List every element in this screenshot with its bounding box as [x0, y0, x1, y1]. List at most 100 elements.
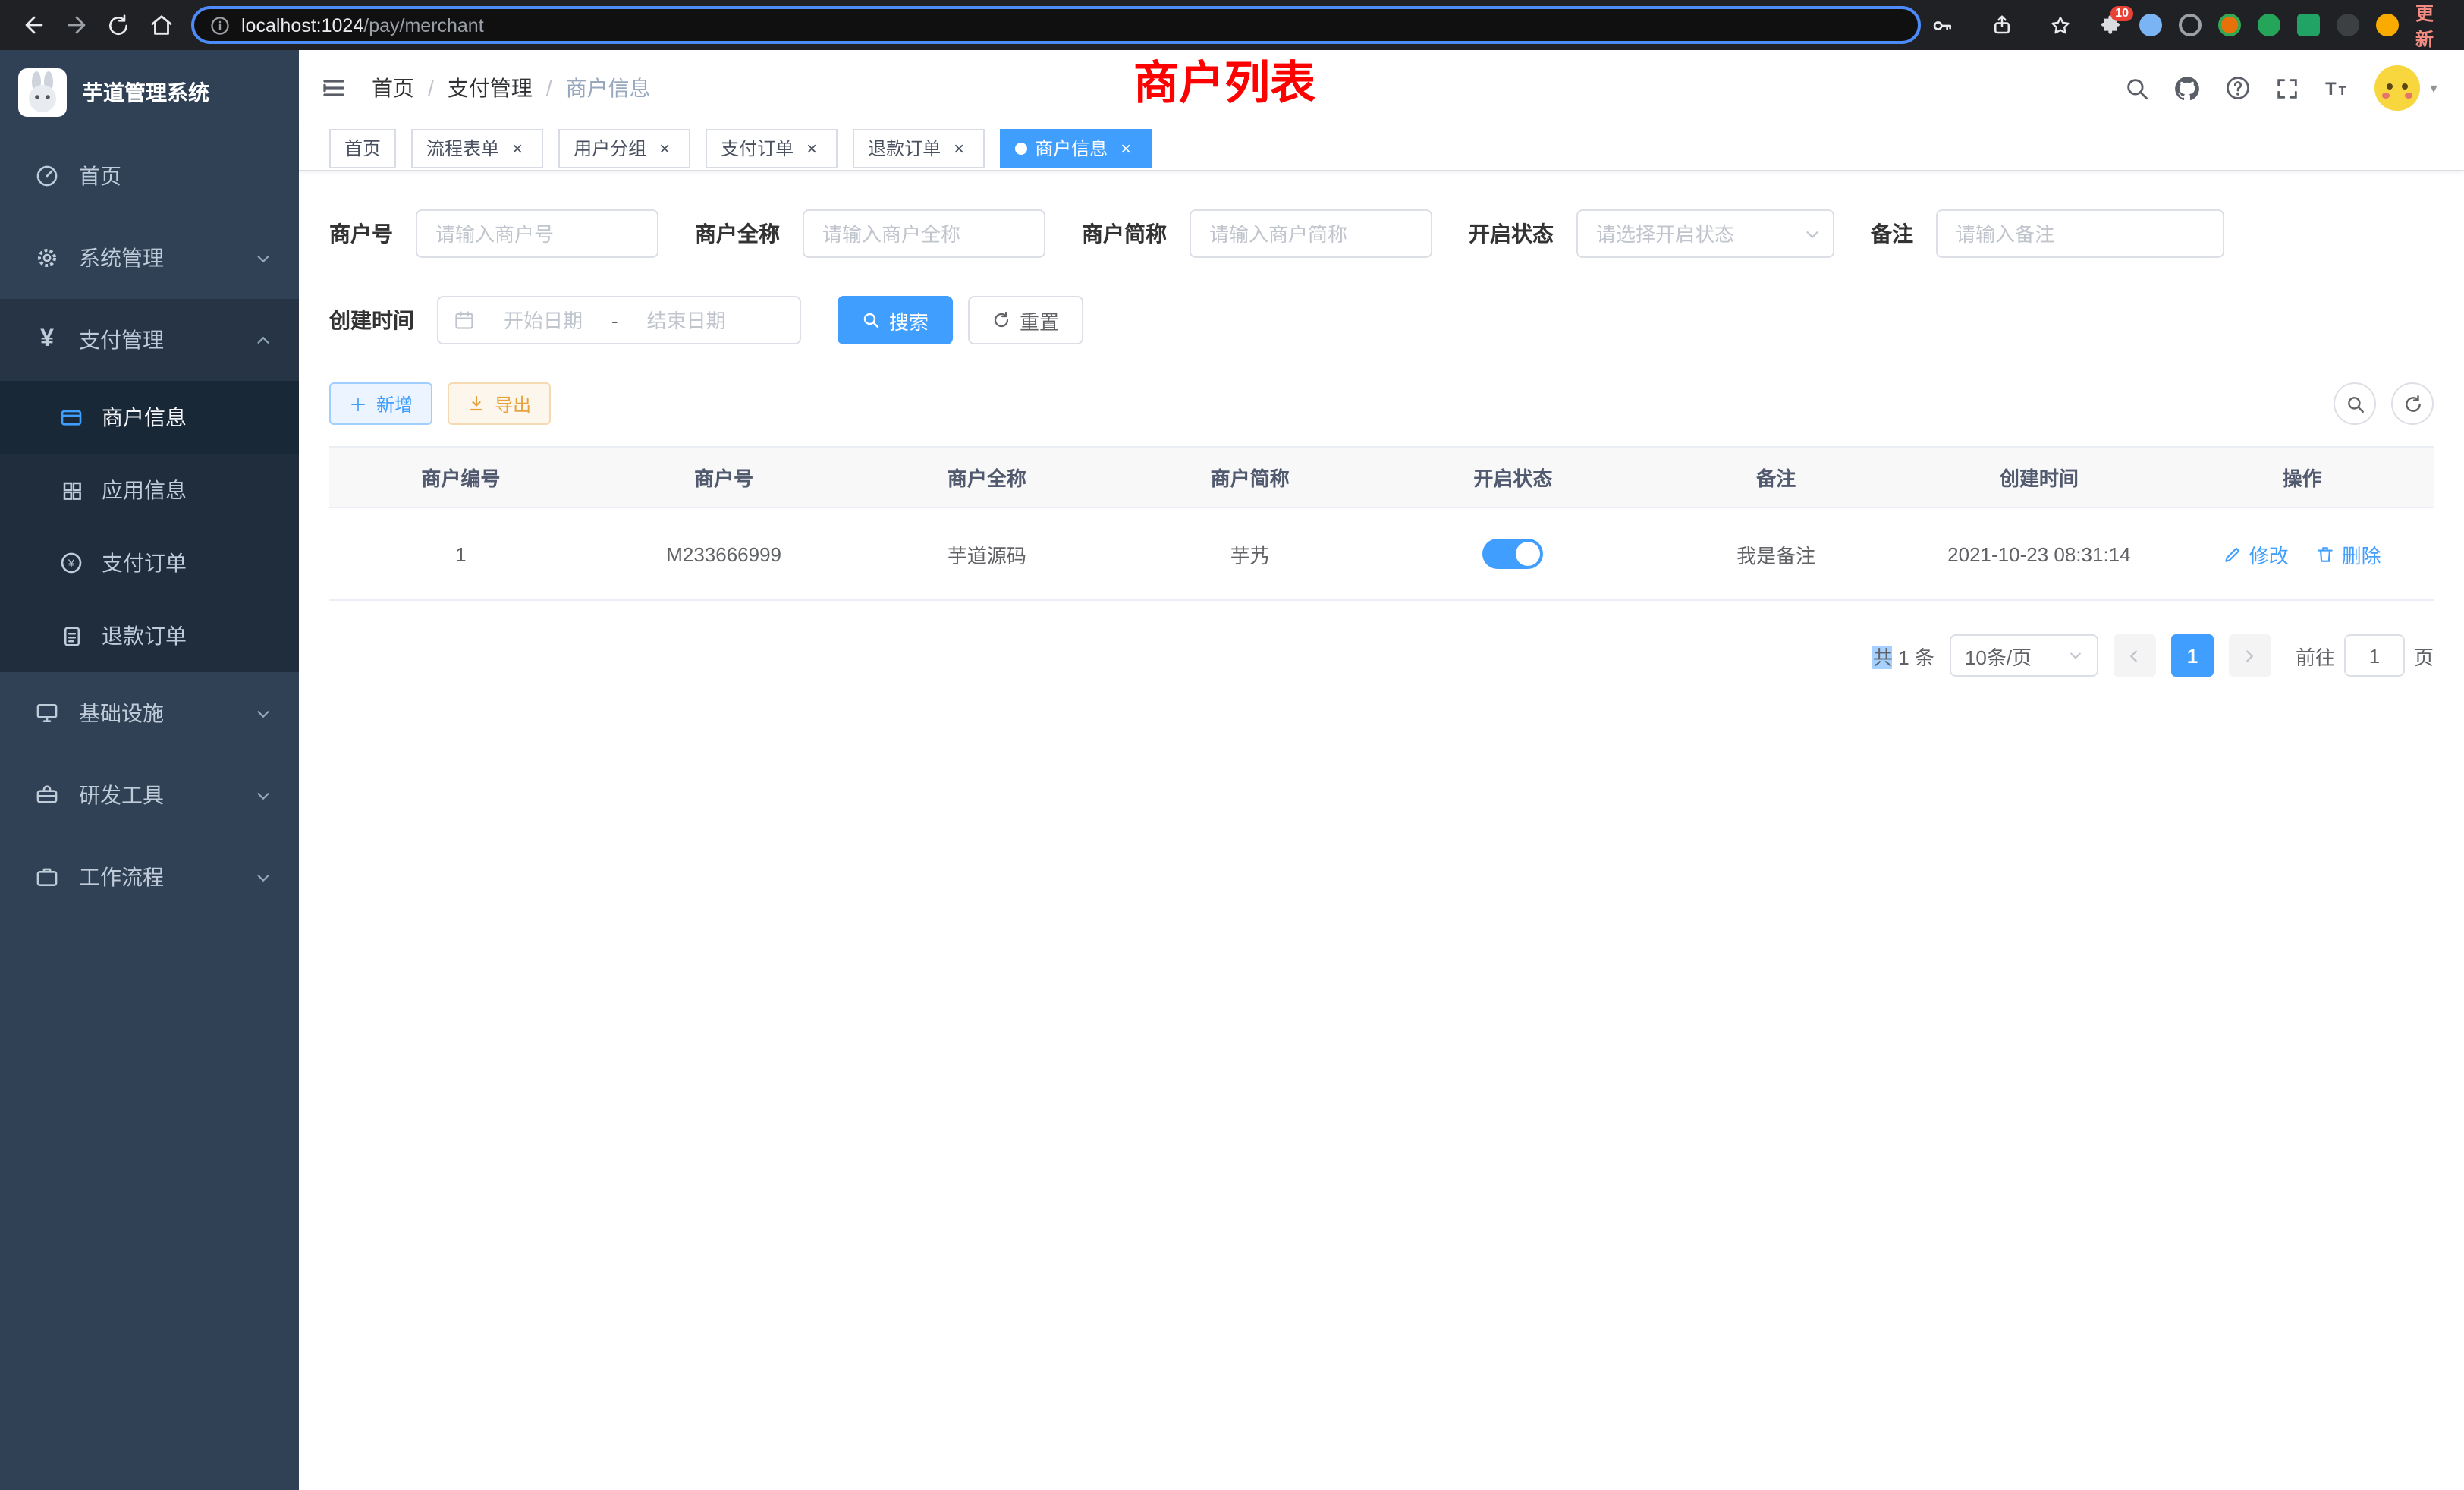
browser-reload-button[interactable] [97, 4, 140, 46]
status-toggle[interactable] [1482, 539, 1543, 569]
delete-button[interactable]: 删除 [2316, 539, 2381, 568]
bookmark-button[interactable] [2039, 4, 2082, 46]
help-button[interactable] [2224, 74, 2252, 102]
top-navbar: 首页 / 支付管理 / 商户信息 商户列表 [299, 50, 2464, 126]
end-date-input[interactable] [624, 309, 749, 332]
sidebar-item-app-info[interactable]: 应用信息 [0, 454, 299, 527]
sidebar-toggle-button[interactable] [320, 74, 347, 102]
search-button[interactable]: 搜索 [838, 296, 953, 344]
delete-button-label: 删除 [2342, 539, 2381, 568]
toggle-search-button[interactable] [2334, 382, 2376, 425]
add-button[interactable]: ＋ 新增 [329, 382, 432, 425]
profile-avatar-icon[interactable] [2376, 14, 2399, 36]
password-key-button[interactable] [1921, 4, 1963, 46]
remark-input[interactable] [1936, 209, 2224, 258]
chevron-down-icon [2068, 648, 2083, 663]
browser-toolbar-right: 10 更新 [1921, 0, 2464, 51]
full-name-input[interactable] [803, 209, 1045, 258]
dashboard-icon [33, 164, 61, 188]
tags-view-bar: 首页 流程表单 × 用户分组 × 支付订单 × 退款订单 × [299, 126, 2464, 171]
extension-icon-blue[interactable] [2139, 14, 2162, 36]
tab-close-icon[interactable]: × [801, 137, 822, 159]
tab-close-icon[interactable]: × [948, 137, 970, 159]
tab-close-icon[interactable]: × [654, 137, 675, 159]
date-range-picker[interactable]: - [437, 296, 801, 344]
page-size-select[interactable]: 10条/页 [1950, 634, 2098, 677]
tab-close-icon[interactable]: × [507, 137, 528, 159]
tab-merchant-info[interactable]: 商户信息 × [1000, 128, 1152, 168]
page-size-value: 10条/页 [1965, 641, 2032, 670]
extension-icon-multicolor[interactable] [2218, 14, 2241, 36]
short-name-input[interactable] [1190, 209, 1432, 258]
search-icon [2124, 75, 2150, 101]
page-number-button[interactable]: 1 [2171, 634, 2214, 677]
tab-label: 用户分组 [574, 135, 646, 161]
status-select[interactable] [1576, 209, 1834, 258]
github-link-button[interactable] [2173, 74, 2202, 102]
filter-merchant-no: 商户号 [329, 209, 658, 258]
sidebar-item-payment[interactable]: ¥ 支付管理 [0, 299, 299, 381]
sidebar-item-home[interactable]: 首页 [0, 135, 299, 217]
export-button-label: 导出 [495, 391, 531, 417]
breadcrumb-payment[interactable]: 支付管理 [448, 73, 533, 103]
export-button[interactable]: 导出 [448, 382, 551, 425]
sidebar-item-pay-order[interactable]: ¥ 支付订单 [0, 527, 299, 599]
sidebar-item-dev-tools[interactable]: 研发工具 [0, 754, 299, 836]
sidebar: 芋道管理系统 首页 系统管理 ¥ 支付管理 [0, 50, 299, 1490]
chevron-down-icon [255, 705, 272, 721]
tab-home[interactable]: 首页 [329, 128, 396, 168]
breadcrumb-separator: / [546, 76, 552, 100]
extension-icon-ring[interactable] [2179, 14, 2202, 36]
sidebar-item-infrastructure[interactable]: 基础设施 [0, 672, 299, 754]
breadcrumb-separator: / [428, 76, 434, 100]
sidebar-item-refund-order[interactable]: 退款订单 [0, 599, 299, 672]
browser-forward-button[interactable] [55, 4, 97, 46]
edit-button[interactable]: 修改 [2224, 539, 2289, 568]
share-button[interactable] [1980, 4, 2022, 46]
start-date-input[interactable] [481, 309, 605, 332]
tab-process-form[interactable]: 流程表单 × [411, 128, 543, 168]
extension-icon-dark[interactable] [2337, 14, 2359, 36]
goto-page-input[interactable] [2344, 634, 2405, 677]
extension-icon-green-circle[interactable] [2258, 14, 2280, 36]
filter-label: 开启状态 [1469, 218, 1554, 249]
user-menu[interactable]: ▼ [2374, 65, 2440, 111]
briefcase-icon [33, 865, 61, 889]
extension-icon-green-square[interactable] [2297, 14, 2320, 36]
sidebar-item-label: 研发工具 [79, 780, 164, 810]
tab-close-icon[interactable]: × [1115, 137, 1136, 159]
app-logo[interactable]: 芋道管理系统 [0, 50, 299, 135]
next-page-button[interactable] [2229, 634, 2271, 677]
table-toolbar: ＋ 新增 导出 [329, 382, 2434, 425]
filter-label: 商户简称 [1082, 218, 1167, 249]
sidebar-item-system[interactable]: 系统管理 [0, 217, 299, 299]
refresh-icon [2403, 394, 2422, 413]
tab-pay-order[interactable]: 支付订单 × [706, 128, 838, 168]
merchant-no-input[interactable] [416, 209, 658, 258]
page-info-icon[interactable] [209, 14, 231, 36]
page-content: 商户号 商户全称 商户简称 开启状态 [299, 171, 2464, 1490]
breadcrumb-home[interactable]: 首页 [372, 73, 414, 103]
chrome-update-button[interactable]: 更新 [2415, 0, 2434, 51]
url-bar[interactable]: localhost:1024/pay/merchant [191, 6, 1921, 44]
browser-home-button[interactable] [140, 4, 182, 46]
chrome-menu-button[interactable] [2450, 4, 2464, 46]
refresh-table-button[interactable] [2391, 382, 2434, 425]
app-title: 芋道管理系统 [82, 77, 209, 108]
browser-back-button[interactable] [12, 4, 55, 46]
tab-user-group[interactable]: 用户分组 × [558, 128, 690, 168]
font-size-button[interactable]: TT [2323, 74, 2352, 102]
reset-button[interactable]: 重置 [968, 296, 1083, 344]
extensions-button[interactable]: 10 [2098, 13, 2123, 37]
tab-label: 退款订单 [868, 135, 941, 161]
tab-refund-order[interactable]: 退款订单 × [853, 128, 985, 168]
header-search-button[interactable] [2124, 75, 2150, 101]
cell-create-time: 2021-10-23 08:31:14 [1908, 508, 2171, 599]
sidebar-item-merchant-info[interactable]: 商户信息 [0, 381, 299, 454]
svg-text:T: T [2339, 84, 2346, 97]
prev-page-button[interactable] [2114, 634, 2156, 677]
filter-short-name: 商户简称 [1082, 209, 1432, 258]
fullscreen-button[interactable] [2274, 75, 2300, 101]
sidebar-item-workflow[interactable]: 工作流程 [0, 836, 299, 918]
goto-label: 前往 [2296, 641, 2335, 670]
